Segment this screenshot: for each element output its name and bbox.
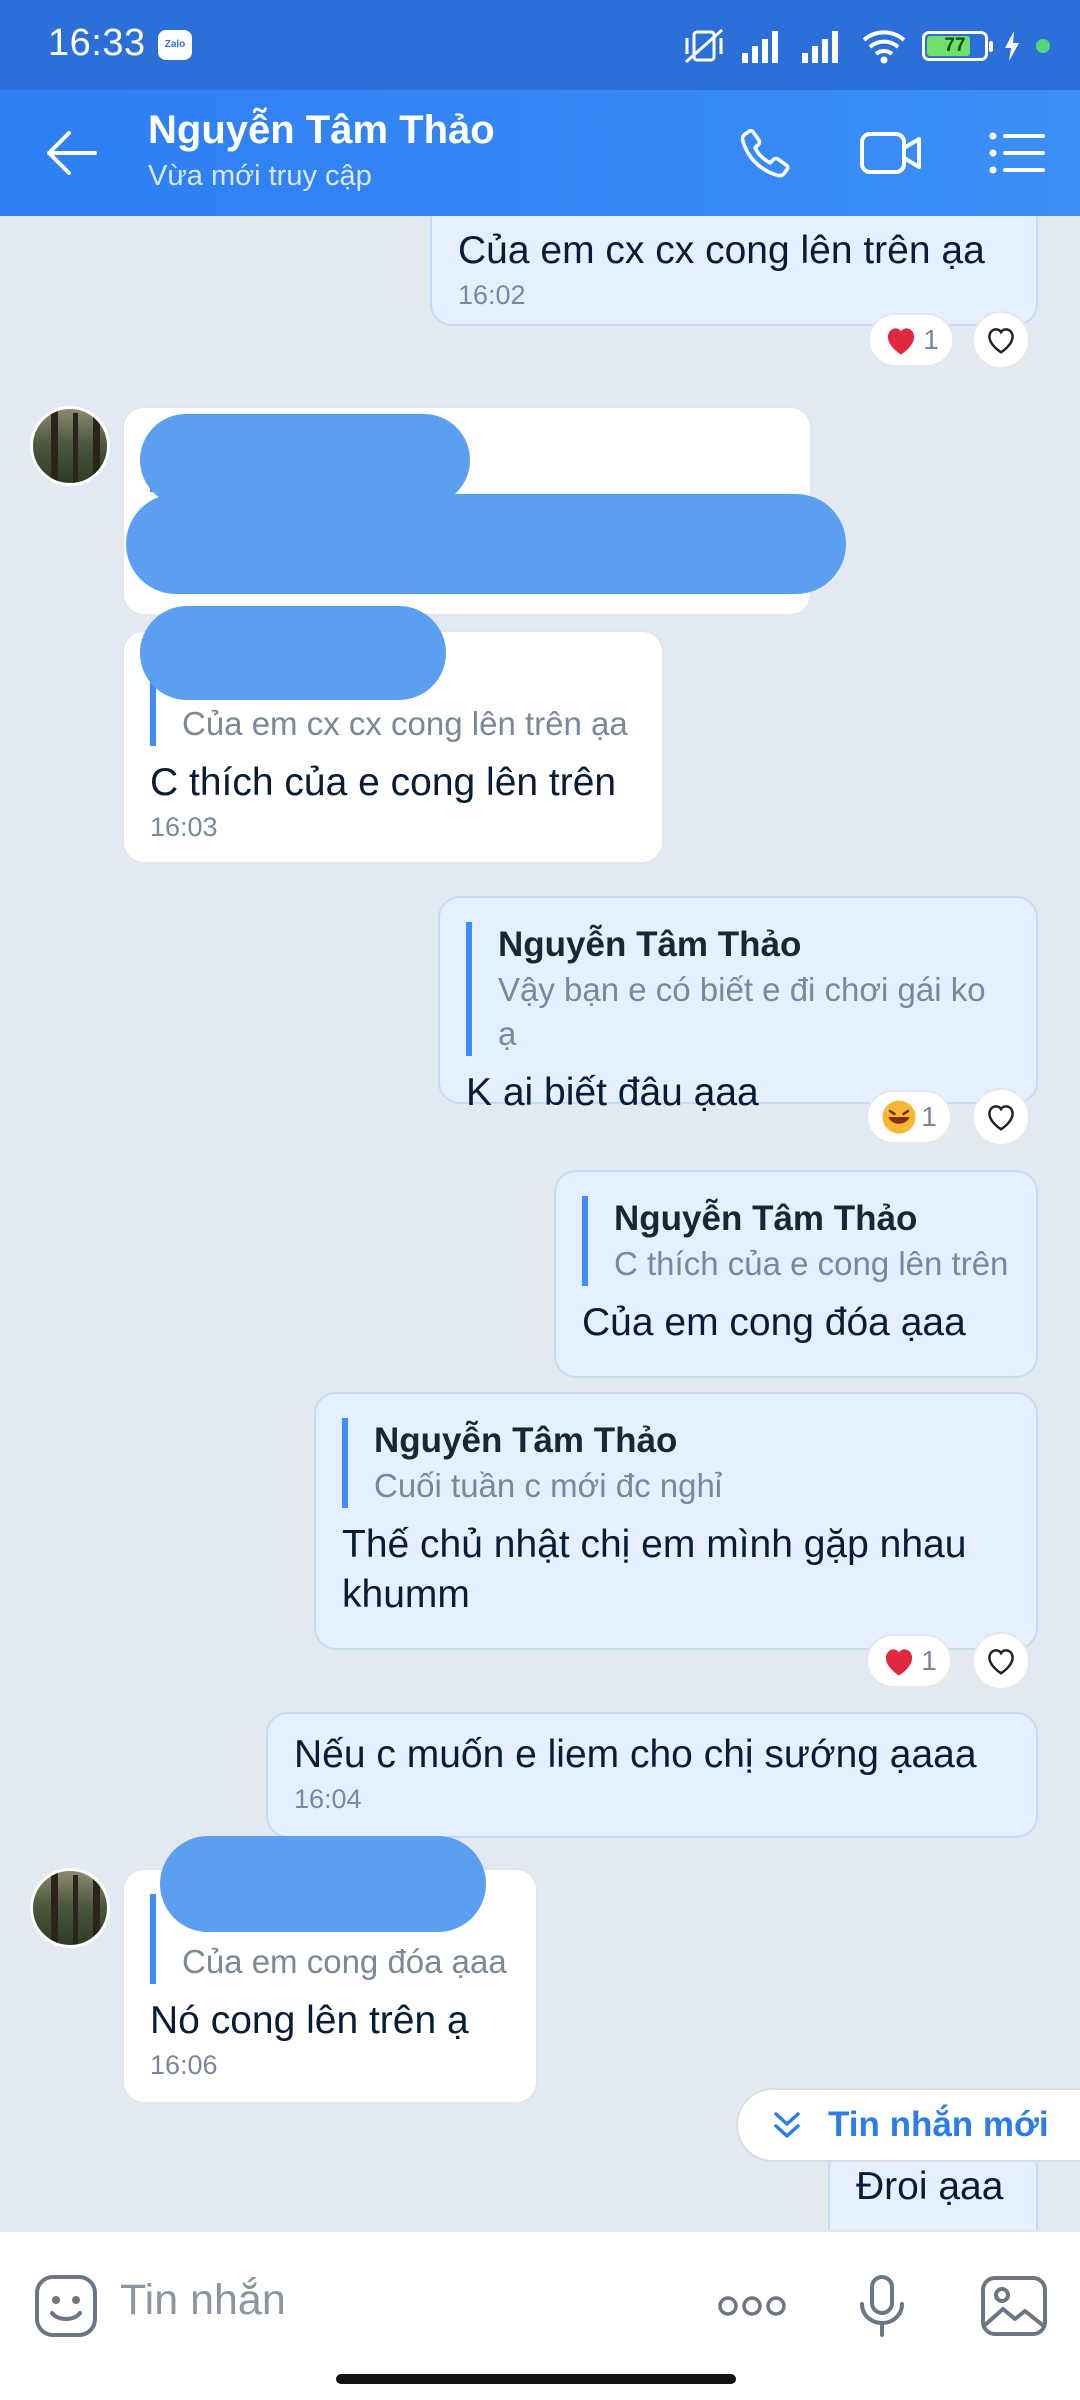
redaction-scribble xyxy=(160,1836,486,1932)
image-gallery-icon xyxy=(981,2276,1047,2336)
chat-options-button[interactable] xyxy=(982,118,1052,188)
reaction-summary[interactable]: 1 xyxy=(866,1090,952,1144)
quoted-reply: Nguyễn Tâm Thảo Vậy bạn e có biết e đi c… xyxy=(466,922,1010,1056)
message-input[interactable]: Tin nhắn xyxy=(120,2276,286,2325)
redaction-scribble xyxy=(140,414,470,506)
reaction-summary[interactable]: 1 xyxy=(866,1634,952,1688)
message-text-line: khumm xyxy=(342,1573,470,1616)
heart-outline-icon xyxy=(988,1105,1014,1131)
my-message-bubble[interactable]: Nguyễn Tâm Thảo Vậy bạn e có biết e đi c… xyxy=(438,896,1038,1114)
sticker-smiley-icon xyxy=(35,2275,97,2337)
contact-avatar[interactable] xyxy=(30,406,110,486)
react-button[interactable] xyxy=(972,1632,1030,1690)
double-chevron-down-icon xyxy=(774,2112,800,2138)
quoted-author: Nguyễn Tâm Thảo xyxy=(498,925,802,964)
quoted-text: Của em cong đóa ạaa xyxy=(182,1943,507,1980)
signal-icon-2 xyxy=(802,31,838,63)
message-text: Đroi ạaa xyxy=(856,2165,1004,2208)
battery-icon: 77 xyxy=(922,31,993,61)
reaction-summary[interactable]: 1 xyxy=(868,313,954,367)
heart-reaction-icon xyxy=(888,328,915,355)
arrow-left-icon xyxy=(47,131,97,175)
message-text: Của em cong đóa ạaa xyxy=(582,1301,966,1344)
reaction-count: 1 xyxy=(921,1101,937,1132)
new-messages-button[interactable]: Tin nhắn mới xyxy=(736,2088,1080,2162)
message-text-line: Thế chủ nhật chị em mình gặp nhau xyxy=(342,1523,967,1566)
reaction-count: 1 xyxy=(921,1645,937,1676)
back-button[interactable] xyxy=(36,120,106,186)
message-time: 16:06 xyxy=(150,2050,218,2080)
my-message-bubble[interactable]: Của em cx cx cong lên trên ạa 16:02 xyxy=(430,216,1038,326)
message-text: Nếu c muốn e liem cho chị sướng ạaaa xyxy=(294,1733,977,1776)
my-message-bubble[interactable]: Nếu c muốn e liem cho chị sướng ạaaa 16:… xyxy=(266,1712,1038,1838)
mute-vibrate-icon xyxy=(685,28,723,64)
my-message-bubble[interactable]: Nguyễn Tâm Thảo Cuối tuần c mới đc nghỉ … xyxy=(314,1392,1038,1650)
quoted-reply: Nguyễn Tâm Thảo C thích của e cong lên t… xyxy=(582,1196,1010,1286)
status-time: 16:33 xyxy=(48,22,146,64)
react-button[interactable] xyxy=(972,1088,1030,1146)
reaction-count: 1 xyxy=(923,324,939,355)
home-indicator[interactable] xyxy=(336,2374,736,2384)
quoted-text: C thích của e cong lên trên xyxy=(614,1245,1009,1282)
video-camera-icon xyxy=(860,132,921,174)
message-text: Của em cx cx cong lên trên ạa xyxy=(458,229,985,272)
contact-status: Vừa mới truy cập xyxy=(148,160,372,192)
video-call-button[interactable] xyxy=(856,118,926,188)
new-messages-label: Tin nhắn mới xyxy=(828,2105,1049,2144)
zalo-notification-icon: Zalo xyxy=(158,30,192,60)
message-list[interactable]: Của em cx cx cong lên trên ạa 16:02 1 Củ… xyxy=(0,216,1080,2230)
privacy-dot xyxy=(1036,39,1050,53)
redaction-scribble xyxy=(126,494,846,594)
microphone-icon xyxy=(860,2275,904,2337)
quoted-author: Nguyễn Tâm Thảo xyxy=(614,1199,918,1238)
react-button[interactable] xyxy=(972,311,1030,369)
contact-avatar[interactable] xyxy=(30,1868,110,1948)
heart-outline-icon xyxy=(988,1649,1014,1675)
status-bar: 16:33 Zalo 77 xyxy=(0,0,1080,90)
signal-icon xyxy=(742,31,778,63)
image-picker-button[interactable] xyxy=(976,2268,1052,2344)
voice-record-button[interactable] xyxy=(844,2268,920,2344)
quoted-text: Vậy bạn e có biết e đi chơi gái ko ạ xyxy=(498,971,986,1052)
my-message-bubble[interactable]: Nguyễn Tâm Thảo C thích của e cong lên t… xyxy=(554,1170,1038,1378)
chat-header: Nguyễn Tâm Thảo Vừa mới truy cập xyxy=(0,90,1080,216)
voice-call-button[interactable] xyxy=(730,118,800,188)
phone-icon xyxy=(740,128,790,178)
heart-reaction-icon xyxy=(886,1649,913,1676)
message-text: Nó cong lên trên ạ xyxy=(150,1999,469,2042)
message-text: C thích của e cong lên trên xyxy=(150,761,617,804)
message-time: 16:04 xyxy=(294,1784,362,1814)
heart-outline-icon xyxy=(988,328,1014,354)
redaction-scribble xyxy=(140,606,446,700)
sticker-button[interactable] xyxy=(28,2268,104,2344)
message-time: 16:03 xyxy=(150,812,218,842)
message-input-bar: Tin nhắn xyxy=(0,2230,1080,2400)
charging-icon xyxy=(1005,31,1019,61)
more-dots-icon xyxy=(718,2296,786,2316)
contact-name[interactable]: Nguyễn Tâm Thảo xyxy=(148,108,495,153)
quoted-text: Của em cx cx cong lên trên ạa xyxy=(182,705,628,742)
more-options-button[interactable] xyxy=(714,2268,790,2344)
wifi-icon xyxy=(862,30,906,64)
laugh-reaction-icon xyxy=(882,1100,916,1134)
status-icons: 77 xyxy=(682,24,1050,68)
quoted-reply: Nguyễn Tâm Thảo Cuối tuần c mới đc nghỉ xyxy=(342,1418,1010,1508)
message-time: 16:02 xyxy=(458,280,526,310)
quoted-text: Cuối tuần c mới đc nghỉ xyxy=(374,1467,723,1504)
quoted-author: Nguyễn Tâm Thảo xyxy=(374,1421,678,1460)
list-menu-icon xyxy=(989,132,1045,174)
